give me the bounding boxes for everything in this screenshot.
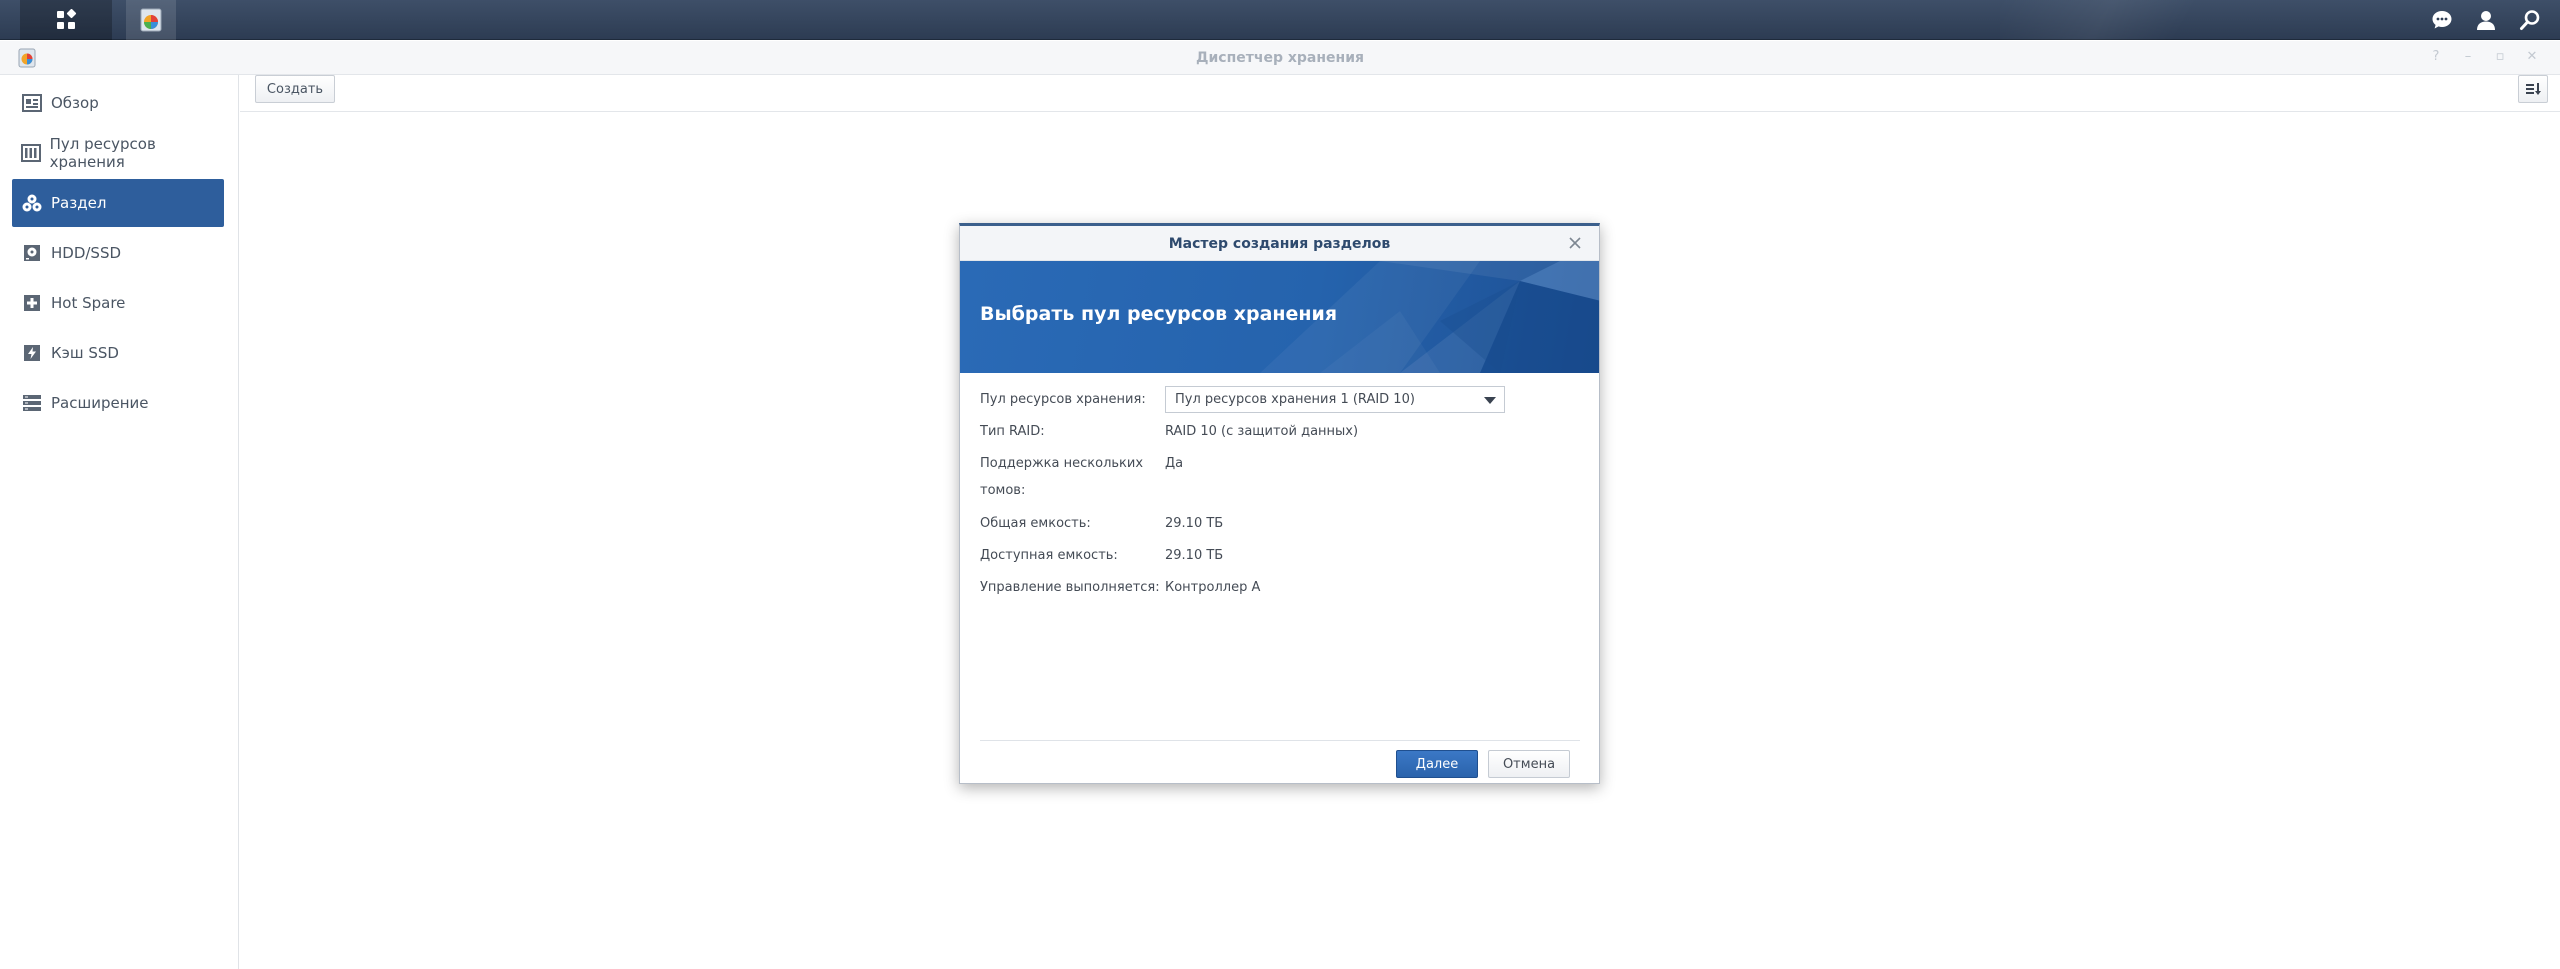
storage-pool-select[interactable]: Пул ресурсов хранения 1 (RAID 10) <box>1165 386 1505 413</box>
wizard-banner: Выбрать пул ресурсов хранения <box>960 261 1599 373</box>
raid-type-value: RAID 10 (с защитой данных) <box>1165 424 1359 439</box>
user-icon <box>2477 11 2495 30</box>
multi-volume-value: Да <box>1165 456 1184 471</box>
sidebar-item-label: Расширение <box>51 394 149 412</box>
expansion-icon <box>21 392 43 414</box>
hdd-icon <box>21 242 43 264</box>
taskbar <box>0 0 2560 40</box>
sidebar-item-volume[interactable]: Раздел <box>12 179 224 227</box>
sidebar-item-overview[interactable]: Обзор <box>12 79 224 127</box>
wizard-footer-divider <box>980 740 1580 741</box>
user-menu-button[interactable] <box>2466 0 2506 40</box>
sidebar-item-label: Раздел <box>51 194 107 212</box>
hot-spare-icon <box>21 292 43 314</box>
raid-type-label: Тип RAID: <box>980 424 1045 439</box>
minimize-icon[interactable]: – <box>2460 49 2476 65</box>
multi-volume-label: Поддержка нескольких томов: <box>980 450 1160 504</box>
wizard-header: Мастер создания разделов <box>960 226 1599 261</box>
chevron-down-icon <box>1484 397 1496 404</box>
wizard-step-title: Выбрать пул ресурсов хранения <box>980 303 1338 325</box>
ssd-cache-icon <box>21 342 43 364</box>
sidebar-item-expansion[interactable]: Расширение <box>12 379 224 427</box>
sidebar: Обзор Пул ресурсов хранения Раздел HDD/S… <box>0 75 239 969</box>
multi-volume-label-line2: томов: <box>980 483 1026 498</box>
sort-list-icon <box>2526 83 2541 95</box>
storage-pool-icon <box>21 142 42 164</box>
close-icon[interactable] <box>1567 235 1583 251</box>
managed-by-label: Управление выполняется: <box>980 580 1160 595</box>
overview-icon <box>21 92 43 114</box>
managed-by-value: Контроллер A <box>1165 580 1261 595</box>
sidebar-item-hdd-ssd[interactable]: HDD/SSD <box>12 229 224 277</box>
taskbar-storage-manager-button[interactable] <box>126 0 176 40</box>
close-window-icon[interactable]: ✕ <box>2524 49 2540 65</box>
sidebar-item-label: Пул ресурсов хранения <box>49 135 156 171</box>
notifications-button[interactable] <box>2422 0 2462 40</box>
sidebar-item-storage-pool[interactable]: Пул ресурсов хранения <box>12 129 224 177</box>
sidebar-item-label: Обзор <box>51 94 99 112</box>
maximize-icon[interactable]: ▫ <box>2492 49 2508 65</box>
pool-label: Пул ресурсов хранения: <box>980 392 1146 407</box>
help-icon[interactable]: ? <box>2428 49 2444 65</box>
sidebar-item-label: HDD/SSD <box>51 244 122 262</box>
toolbar: Создать <box>240 75 2560 112</box>
storage-pool-select-value: Пул ресурсов хранения 1 (RAID 10) <box>1175 392 1415 407</box>
search-icon <box>2520 10 2540 30</box>
window-title-bar: Диспетчер хранения ? – ▫ ✕ <box>0 41 2560 75</box>
volume-icon <box>21 192 43 214</box>
available-capacity-label: Доступная емкость: <box>980 548 1118 563</box>
apps-grid-icon <box>57 9 77 29</box>
create-button[interactable]: Создать <box>255 75 335 103</box>
sort-button[interactable] <box>2518 75 2548 103</box>
multi-volume-label-line1: Поддержка нескольких <box>980 456 1144 471</box>
window-title: Диспетчер хранения <box>1196 50 1364 66</box>
storage-manager-icon <box>140 8 162 32</box>
available-capacity-value: 29.10 ТБ <box>1165 548 1224 563</box>
sidebar-item-ssd-cache[interactable]: Кэш SSD <box>12 329 224 377</box>
main-menu-button[interactable] <box>20 0 112 40</box>
create-volume-wizard: Мастер создания разделов Выбрать пул рес… <box>959 223 1600 784</box>
search-button[interactable] <box>2510 0 2550 40</box>
wizard-title: Мастер создания разделов <box>1168 236 1391 252</box>
sidebar-item-label: Hot Spare <box>51 294 126 312</box>
total-capacity-value: 29.10 ТБ <box>1165 516 1224 531</box>
sidebar-item-label: Кэш SSD <box>51 344 119 362</box>
next-button[interactable]: Далее <box>1396 750 1478 778</box>
chat-bubble-icon <box>2432 11 2452 29</box>
total-capacity-label: Общая емкость: <box>980 516 1091 531</box>
cancel-button[interactable]: Отмена <box>1488 750 1570 778</box>
taskbar-shine <box>2000 0 2260 40</box>
sidebar-item-hot-spare[interactable]: Hot Spare <box>12 279 224 327</box>
